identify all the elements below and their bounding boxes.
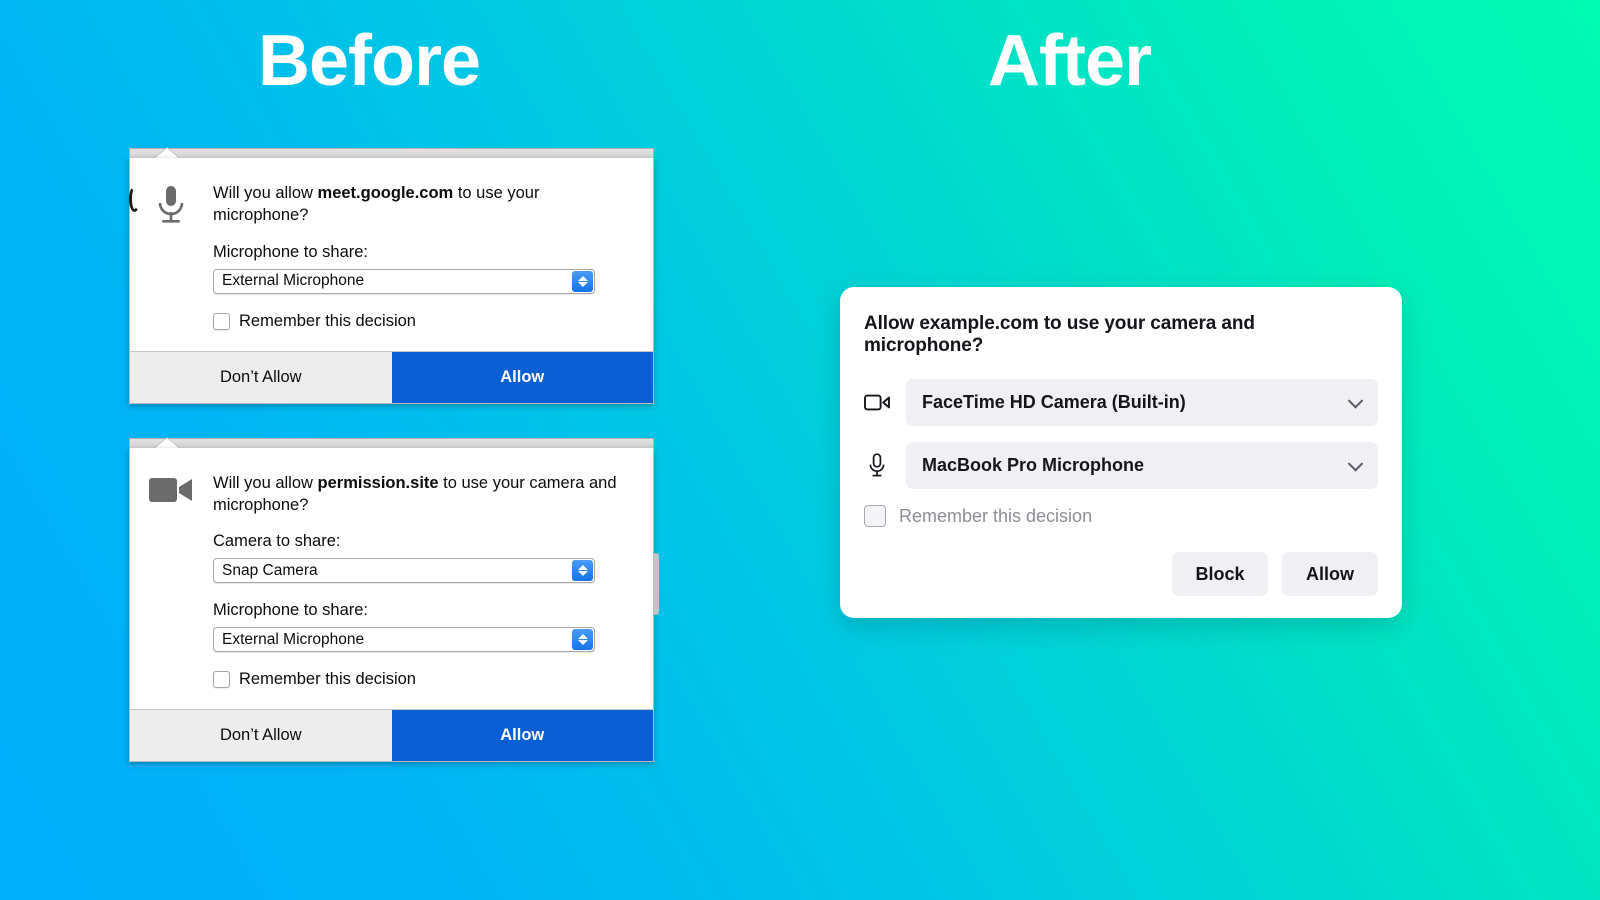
- allow-button[interactable]: Allow: [1282, 552, 1378, 596]
- checkbox-icon[interactable]: [213, 312, 230, 330]
- cropped-page-glyph: [129, 186, 140, 212]
- remember-decision-label: Remember this decision: [239, 670, 416, 689]
- dont-allow-button[interactable]: Don’t Allow: [130, 710, 392, 762]
- remember-decision-label: Remember this decision: [899, 505, 1093, 526]
- chevron-down-icon: [1347, 455, 1364, 472]
- browser-chrome-strip: [129, 148, 654, 159]
- microphone-select-value: External Microphone: [222, 272, 365, 290]
- microphone-select[interactable]: External Microphone: [213, 268, 595, 294]
- stepper-icon[interactable]: [572, 629, 593, 651]
- allow-button[interactable]: Allow: [391, 710, 653, 762]
- permission-question: Will you allow meet.google.com to use yo…: [213, 182, 633, 227]
- camera-select[interactable]: FaceTime HD Camera (Built-in): [906, 379, 1378, 426]
- checkbox-icon[interactable]: [864, 505, 886, 527]
- modern-permission-dialog: Allow example.com to use your camera and…: [840, 287, 1402, 618]
- camera-field-label: Camera to share:: [213, 532, 341, 551]
- page-scrollbar[interactable]: [653, 552, 659, 615]
- question-prefix: Will you allow: [213, 184, 318, 202]
- microphone-field-label: Microphone to share:: [213, 601, 369, 620]
- question-origin: permission.site: [317, 473, 439, 492]
- microphone-select-value: MacBook Pro Microphone: [922, 455, 1145, 475]
- microphone-icon: [864, 453, 890, 478]
- video-camera-icon: [147, 470, 195, 690]
- stepper-icon[interactable]: [572, 270, 593, 292]
- popup-footer: Don’t Allow Allow: [130, 350, 653, 403]
- browser-chrome-strip: [129, 437, 654, 449]
- camera-select-value: Snap Camera: [222, 561, 318, 579]
- camera-select-value: FaceTime HD Camera (Built-in): [922, 392, 1186, 412]
- video-camera-icon: [864, 393, 890, 412]
- remember-decision-label: Remember this decision: [239, 311, 416, 330]
- microphone-icon: [147, 180, 195, 331]
- camera-row: FaceTime HD Camera (Built-in): [864, 379, 1378, 426]
- page-title-after: After: [988, 21, 1152, 101]
- camera-select[interactable]: Snap Camera: [213, 558, 595, 584]
- microphone-select[interactable]: MacBook Pro Microphone: [906, 442, 1378, 489]
- stepper-icon[interactable]: [572, 560, 593, 582]
- dialog-actions: Block Allow: [864, 552, 1378, 596]
- permission-question: Will you allow permission.site to use yo…: [213, 472, 633, 517]
- block-button[interactable]: Block: [1172, 552, 1268, 596]
- dont-allow-button[interactable]: Don’t Allow: [130, 351, 392, 403]
- remember-decision-checkbox-row[interactable]: Remember this decision: [213, 670, 633, 689]
- page-title-before: Before: [258, 21, 481, 101]
- microphone-select[interactable]: External Microphone: [213, 627, 595, 653]
- dialog-title: Allow example.com to use your camera and…: [864, 313, 1255, 356]
- microphone-row: MacBook Pro Microphone: [864, 442, 1378, 489]
- legacy-permission-popup-camera-microphone: Will you allow permission.site to use yo…: [129, 437, 659, 763]
- question-origin: meet.google.com: [317, 184, 454, 202]
- question-prefix: Will you allow: [213, 473, 318, 492]
- allow-button[interactable]: Allow: [391, 351, 653, 403]
- popup-footer: Don’t Allow Allow: [130, 709, 653, 762]
- remember-decision-checkbox-row[interactable]: Remember this decision: [864, 505, 1378, 527]
- microphone-select-value: External Microphone: [222, 630, 365, 648]
- chevron-down-icon: [1347, 392, 1364, 409]
- remember-decision-checkbox-row[interactable]: Remember this decision: [213, 312, 633, 331]
- before-column: Will you allow meet.google.com to use yo…: [129, 148, 659, 763]
- checkbox-icon[interactable]: [213, 671, 230, 689]
- legacy-permission-popup-microphone: Will you allow meet.google.com to use yo…: [129, 148, 654, 404]
- microphone-field-label: Microphone to share:: [213, 242, 369, 261]
